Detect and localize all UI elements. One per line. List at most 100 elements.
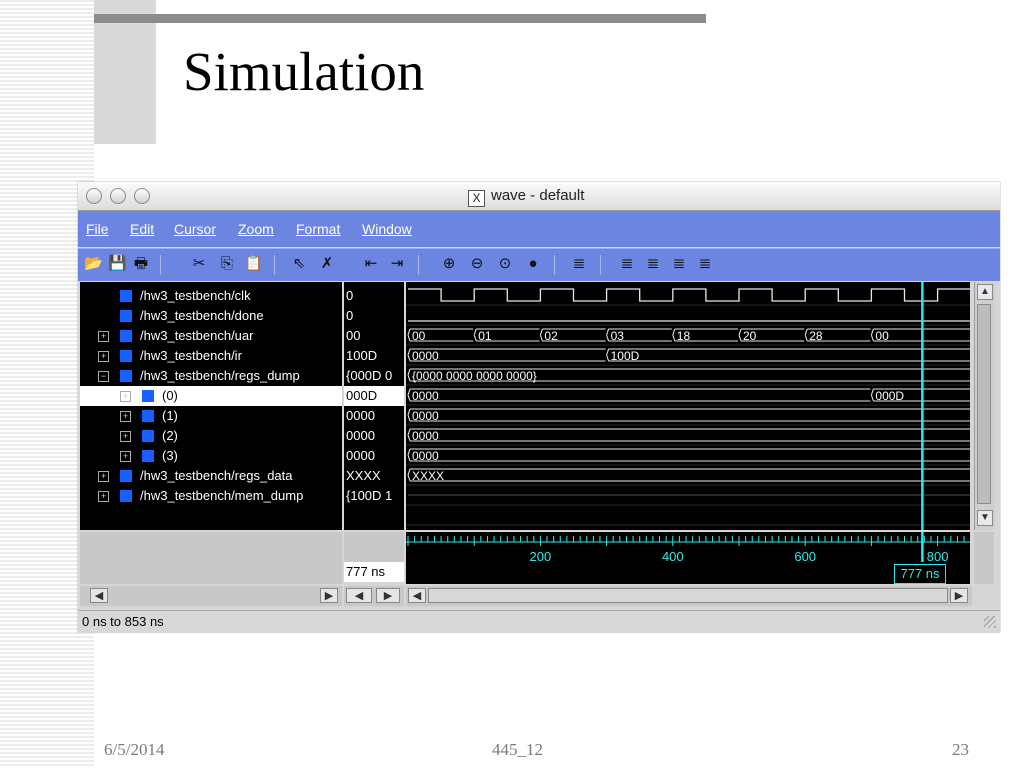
time-tick-label: 400 — [662, 549, 684, 564]
signal-row[interactable]: + (2) — [80, 426, 342, 446]
uar-value-label: 18 — [677, 329, 691, 343]
cursor-time-value[interactable]: 777 ns — [344, 562, 404, 582]
time-axis: 200 400 600 800 — [406, 532, 970, 584]
expand-icon[interactable]: + — [98, 471, 109, 482]
scroll-left-button[interactable]: ◀ — [346, 588, 372, 603]
toolbar: 📂 💾 🖶 ✂ ⎘ 📋 ⇖ ✗ ⇤ ⇥ ⊕ ⊖ ⊙ ● ≣ ≣ ≣ ≣ ≣ — [78, 248, 1000, 281]
signal-value: XXXX — [346, 468, 381, 483]
cut-icon[interactable]: ✂ — [190, 255, 208, 273]
signal-color-icon — [120, 490, 132, 502]
signal-value-selected: 000D — [344, 386, 404, 406]
menu-format[interactable]: Format — [296, 221, 340, 237]
signal-value: {100D 1 — [346, 488, 393, 503]
scroll-down-button[interactable]: ▼ — [977, 510, 993, 526]
waveform-pane[interactable]: 00 01 02 03 18 20 28 00 0000 100D {0000 0000 0000 … — [406, 282, 970, 530]
signal-row[interactable]: /hw3_testbench/done — [80, 306, 342, 326]
signal-value: 0000 — [346, 448, 375, 463]
scroll-right-button[interactable]: ▶ — [950, 588, 968, 603]
values-horizontal-scrollbar[interactable]: ◀ ▶ — [344, 586, 404, 606]
signal-color-icon — [120, 330, 132, 342]
delete-cursor-icon[interactable]: ≣ — [696, 255, 714, 273]
time-tick-label: 600 — [794, 549, 816, 564]
menu-bar: File Edit Cursor Zoom Format Window — [78, 211, 1000, 247]
open-icon[interactable]: 📂 — [84, 255, 103, 273]
next-edge-icon[interactable]: ≣ — [670, 255, 688, 273]
signal-row[interactable]: /hw3_testbench/clk — [80, 286, 342, 306]
scroll-left-button[interactable]: ◀ — [408, 588, 426, 603]
save-icon[interactable]: 💾 — [108, 255, 127, 273]
zoom-area-icon[interactable]: ● — [524, 255, 542, 273]
names-horizontal-scrollbar[interactable]: ◀ ▶ — [80, 586, 342, 606]
menu-edit[interactable]: Edit — [130, 221, 154, 237]
scroll-thumb[interactable] — [977, 304, 991, 504]
expand-icon[interactable]: + — [98, 351, 109, 362]
copy-icon[interactable]: ⎘ — [218, 255, 236, 273]
cursor-time-label[interactable]: 777 ns — [894, 564, 946, 584]
insert-marker-icon[interactable]: ≣ — [618, 255, 636, 273]
ir-segment — [606, 348, 970, 362]
expand-icon[interactable]: + — [98, 491, 109, 502]
find-next-icon[interactable]: ⇥ — [388, 255, 406, 273]
menu-file[interactable]: File — [86, 221, 109, 237]
scroll-left-button[interactable]: ◀ — [90, 588, 108, 603]
edit-marker-icon[interactable]: ≣ — [644, 255, 662, 273]
signal-row[interactable]: + /hw3_testbench/ir — [80, 346, 342, 366]
window-title: Xwave - default — [468, 187, 584, 207]
zoom-full-icon[interactable]: ⊙ — [496, 255, 514, 273]
paste-icon[interactable]: 📋 — [244, 255, 263, 273]
window-title-text: wave - default — [491, 187, 585, 204]
menu-window[interactable]: Window — [362, 221, 412, 237]
footer-date: 6/5/2014 — [104, 740, 165, 759]
signal-values-pane: 0 0 00 100D {000D 0 000D 0000 0000 0000 … — [344, 282, 404, 530]
signal-color-icon — [142, 410, 154, 422]
expand-icon[interactable]: + — [120, 411, 131, 422]
expand-icon[interactable]: + — [98, 331, 109, 342]
signal-row[interactable]: − /hw3_testbench/regs_dump — [80, 366, 342, 386]
waveform-canvas[interactable]: 00 01 02 03 18 20 28 000000 100D{0000 0000 0000 … — [406, 282, 970, 530]
minimize-window-button[interactable] — [110, 188, 126, 204]
reg3-value-label: 0000 — [412, 449, 439, 463]
signal-row[interactable]: + /hw3_testbench/uar — [80, 326, 342, 346]
insert-cursor-icon[interactable]: ≣ — [570, 255, 588, 273]
signal-name: (3) — [162, 448, 178, 463]
menu-zoom[interactable]: Zoom — [238, 221, 274, 237]
signal-name: /hw3_testbench/regs_dump — [140, 368, 300, 383]
scroll-thumb[interactable] — [428, 588, 948, 603]
waveform-horizontal-scrollbar[interactable]: ◀ ▶ — [406, 586, 972, 606]
clk-waveform — [408, 288, 970, 302]
scroll-right-button[interactable]: ▶ — [320, 588, 338, 603]
signal-value: 0 — [346, 308, 354, 323]
signal-row[interactable]: + /hw3_testbench/regs_data — [80, 466, 342, 486]
delete-icon[interactable]: ✗ — [318, 255, 336, 273]
reg2-segment — [407, 428, 970, 442]
uar-value-label: 02 — [544, 329, 558, 343]
print-icon[interactable]: 🖶 — [132, 255, 150, 273]
zoom-out-icon[interactable]: ⊖ — [468, 255, 486, 273]
expand-icon[interactable]: + — [120, 431, 131, 442]
expand-icon[interactable]: + — [120, 391, 131, 402]
vertical-scrollbar[interactable]: ▲ ▼ — [974, 282, 995, 530]
signal-color-icon — [120, 470, 132, 482]
signal-name: /hw3_testbench/uar — [140, 328, 254, 343]
cursor-value-area — [344, 532, 404, 562]
collapse-icon[interactable]: − — [98, 371, 109, 382]
signal-row[interactable]: + (3) — [80, 446, 342, 466]
menu-cursor[interactable]: Cursor — [174, 221, 216, 237]
find-previous-icon[interactable]: ⇤ — [362, 255, 380, 273]
toolbar-separator — [160, 255, 161, 275]
select-pointer-icon[interactable]: ⇖ — [290, 255, 308, 273]
signal-color-icon — [142, 430, 154, 442]
signal-row[interactable]: + (1) — [80, 406, 342, 426]
zoom-in-icon[interactable]: ⊕ — [440, 255, 458, 273]
scroll-up-button[interactable]: ▲ — [977, 284, 993, 300]
expand-icon[interactable]: + — [120, 451, 131, 462]
window-titlebar: Xwave - default — [78, 182, 1000, 211]
scroll-right-button[interactable]: ▶ — [376, 588, 400, 603]
signal-row-selected[interactable]: + (0) — [80, 386, 342, 406]
resize-grip-icon[interactable] — [984, 616, 996, 628]
zoom-window-button[interactable] — [134, 188, 150, 204]
close-window-button[interactable] — [86, 188, 102, 204]
signal-row[interactable]: + /hw3_testbench/mem_dump — [80, 486, 342, 506]
signal-names-pane: /hw3_testbench/clk /hw3_testbench/done +… — [80, 282, 342, 530]
signal-name: (1) — [162, 408, 178, 423]
